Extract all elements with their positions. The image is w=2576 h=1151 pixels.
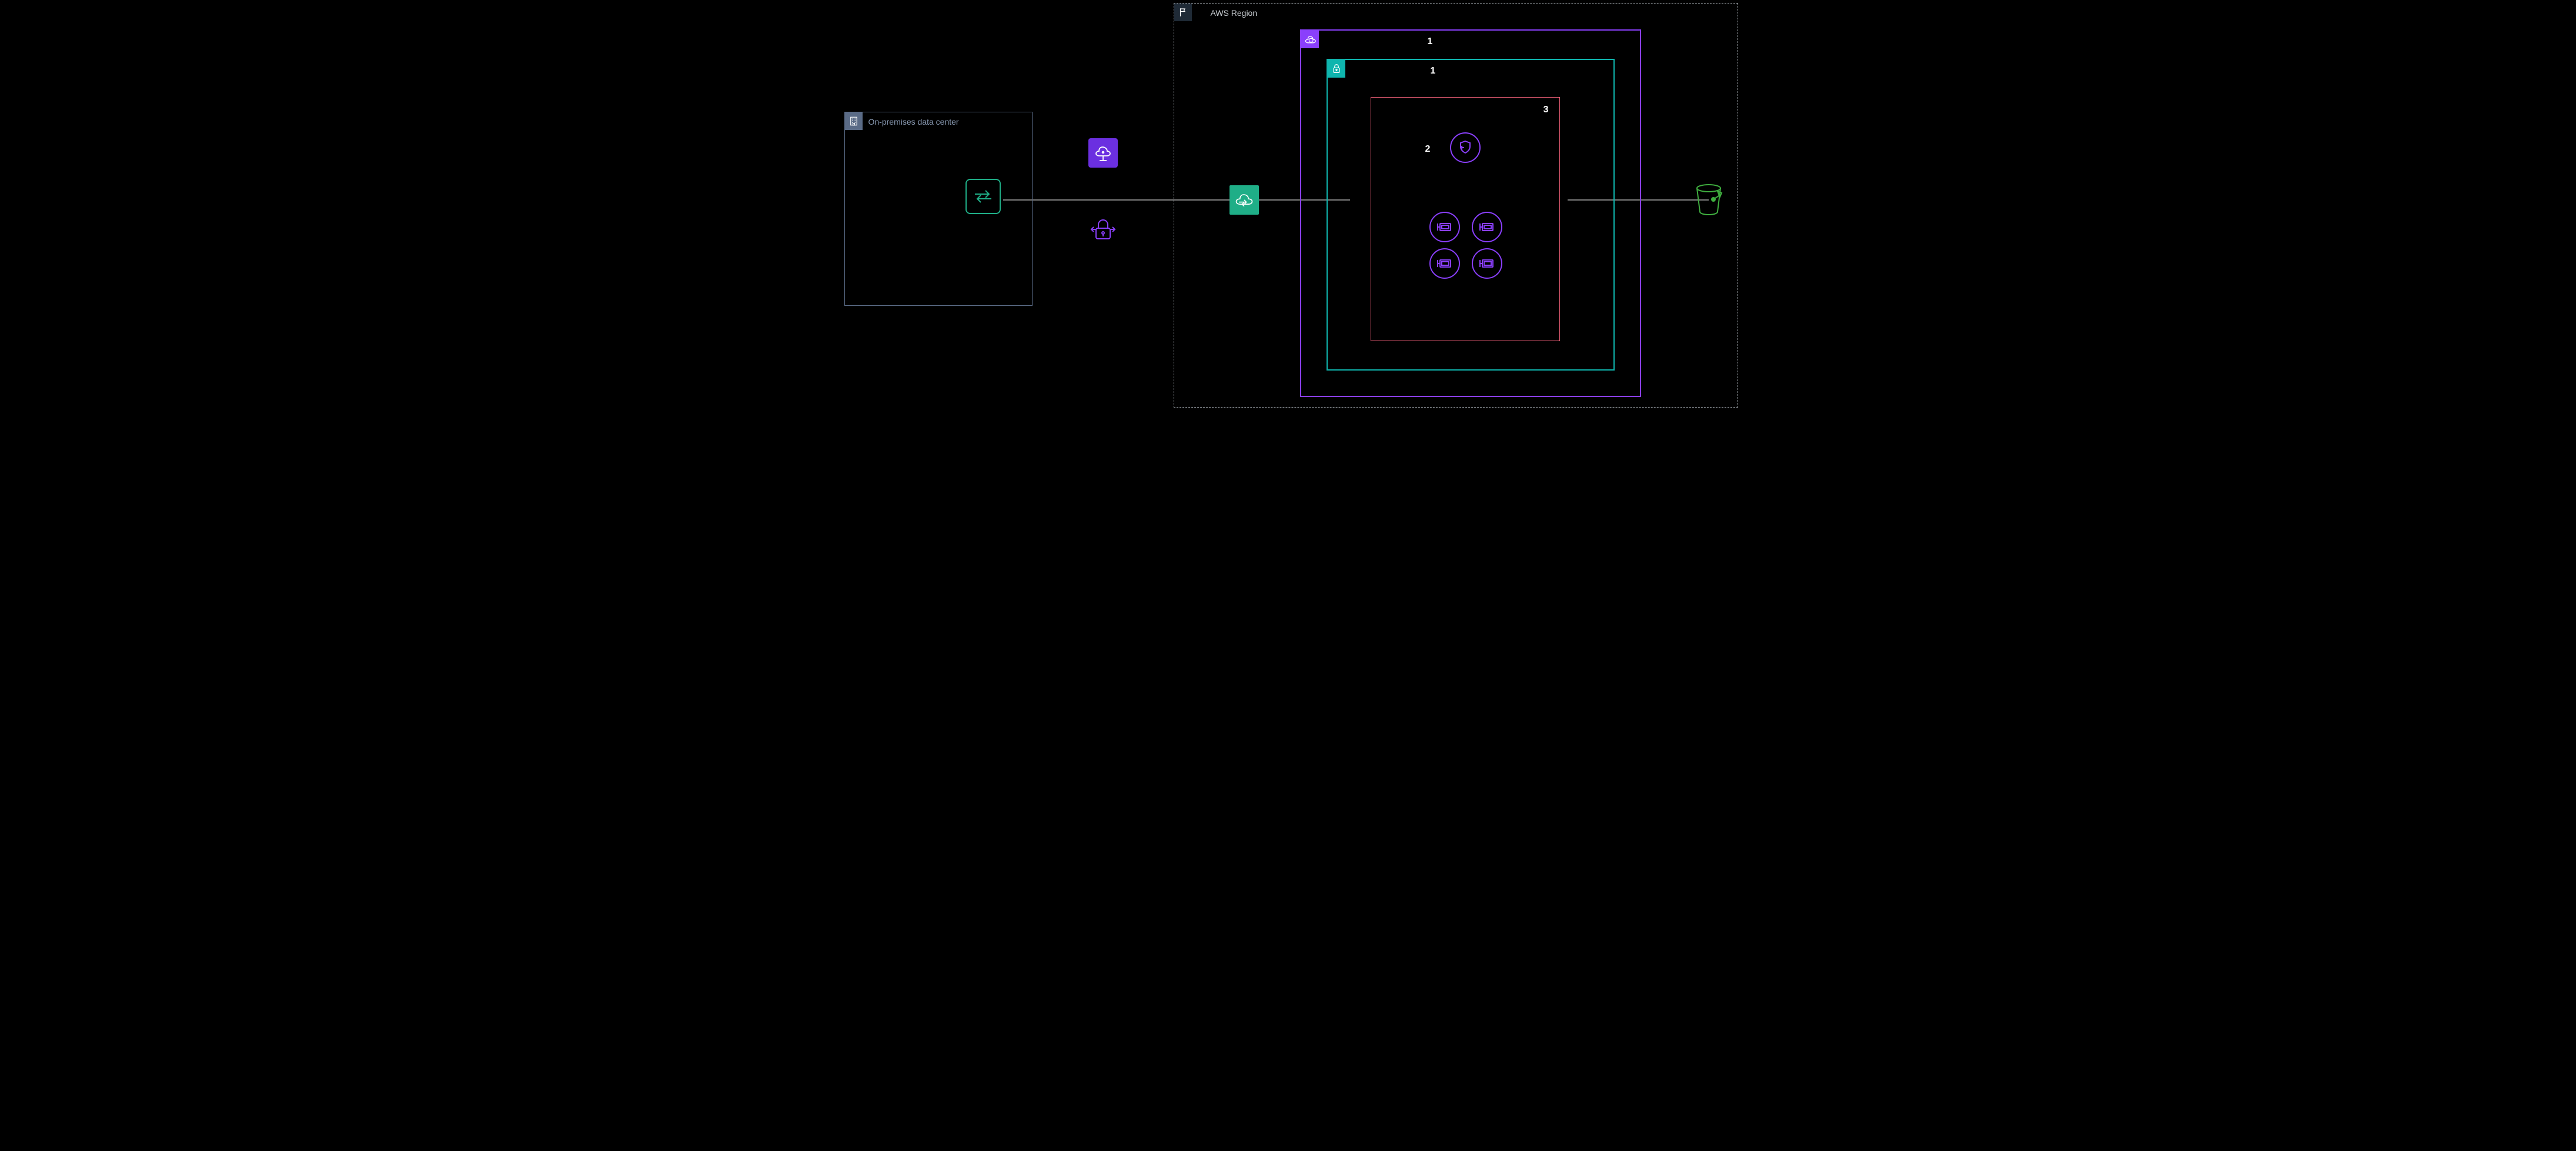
s3-bucket-icon bbox=[1693, 182, 1725, 216]
diagram-canvas: On-premises data center AW bbox=[836, 0, 1741, 412]
flag-icon bbox=[1174, 4, 1192, 21]
subnet-number: 1 bbox=[1431, 66, 1436, 76]
ecs-number: 3 bbox=[1543, 105, 1549, 115]
shield-circle-icon bbox=[1450, 132, 1481, 163]
lock-icon bbox=[1328, 60, 1345, 78]
container-icon-1 bbox=[1429, 212, 1460, 242]
vpn-lock-icon bbox=[1088, 215, 1118, 244]
shield-number: 2 bbox=[1425, 144, 1431, 155]
onprem-box: On-premises data center bbox=[844, 112, 1033, 306]
router-icon bbox=[965, 179, 1001, 214]
direct-connect-icon bbox=[1088, 138, 1118, 168]
onprem-title: On-premises data center bbox=[868, 117, 959, 126]
vpc-number: 1 bbox=[1428, 36, 1433, 47]
region-title: AWS Region bbox=[1211, 8, 1258, 18]
gateway-icon bbox=[1229, 185, 1259, 215]
container-icon-4 bbox=[1472, 248, 1502, 279]
building-icon bbox=[845, 112, 863, 130]
container-icon-2 bbox=[1472, 212, 1502, 242]
cloud-shield-icon bbox=[1301, 31, 1319, 48]
container-icon-3 bbox=[1429, 248, 1460, 279]
